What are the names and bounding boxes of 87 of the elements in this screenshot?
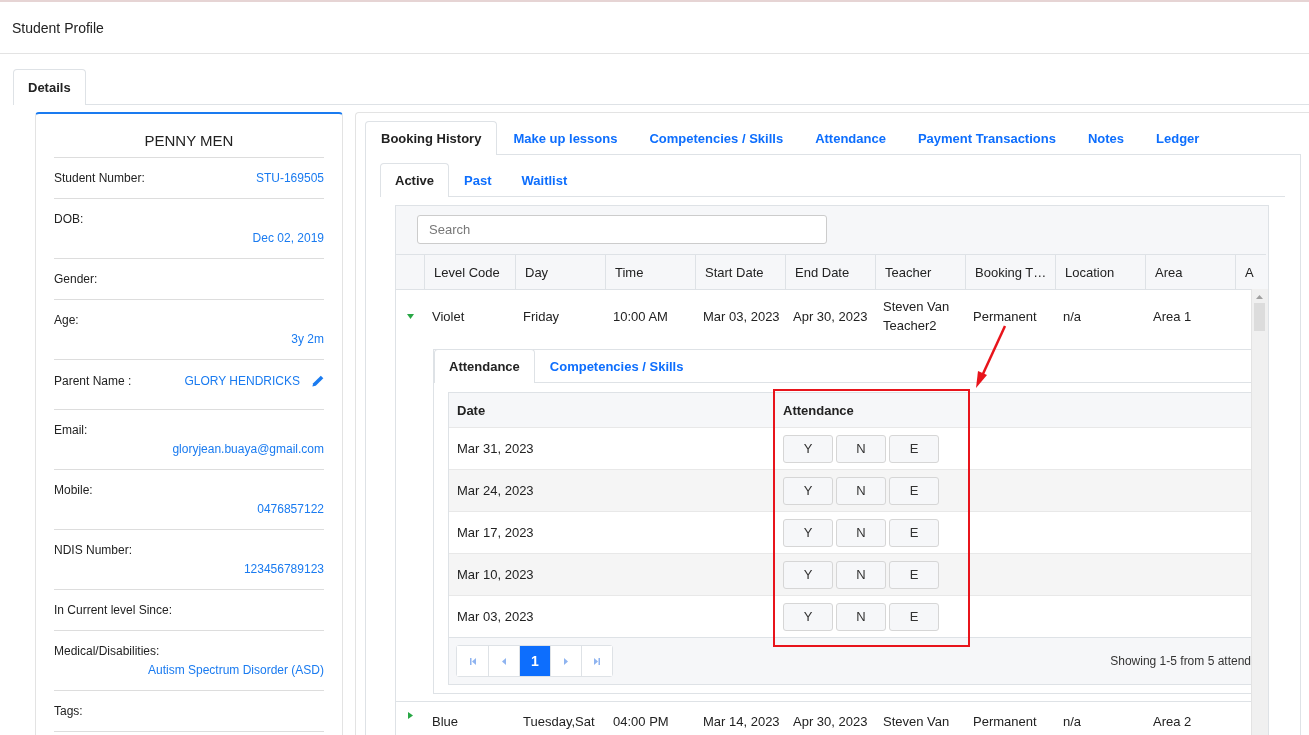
page-button[interactable]: 1 [519, 646, 550, 676]
field-label: Student Number: [54, 171, 145, 185]
last-page-icon [594, 657, 600, 665]
field-label: Email: [54, 423, 88, 437]
table-cell-text: Apr 30, 2023 [792, 713, 869, 731]
first-page-icon [469, 657, 476, 665]
attendance-option-button[interactable]: N [836, 560, 886, 589]
table-cell-text: Permanent [972, 307, 1038, 326]
tab[interactable]: Waitlist [506, 163, 583, 197]
table-cell-text: Violet [431, 307, 466, 326]
tab[interactable]: Ledger [1140, 121, 1216, 155]
attendance-option-button[interactable]: Y [783, 602, 833, 631]
table-cell-text: Mar 03, 2023 [702, 307, 781, 326]
attendance-option-button[interactable]: E [889, 560, 939, 589]
field-label: Parent Name : [54, 374, 132, 388]
column-header: Date [456, 402, 487, 418]
last-page-button[interactable] [581, 646, 612, 676]
field-value: 123456789123 [242, 562, 324, 576]
field-label: DOB: [54, 212, 84, 226]
table-cell-text: Area 1 [1152, 307, 1193, 326]
page-title: Student Profile [12, 19, 104, 36]
field-label: Mobile: [54, 483, 93, 497]
table-cell-text: n/a [1062, 307, 1083, 326]
attendance-option-button[interactable]: Y [783, 518, 833, 547]
attendance-option-button[interactable]: Y [783, 434, 833, 463]
date-cell-text: Mar 24, 2023 [456, 483, 535, 498]
attendance-option-button[interactable]: Y [783, 476, 833, 505]
tab[interactable]: Attendance [434, 349, 535, 383]
attendance-option-button[interactable]: N [836, 518, 886, 547]
field-value: Autism Spectrum Disorder (ASD) [146, 663, 324, 677]
search-field[interactable]: Search [417, 215, 827, 244]
tab[interactable]: Booking History [365, 121, 498, 155]
tab[interactable]: Make up lessons [497, 121, 634, 155]
table-cell-text: Apr 30, 2023 [792, 307, 869, 326]
table-cell-text: Tuesday,Sat [522, 713, 596, 731]
attendance-option-button[interactable]: E [889, 434, 939, 463]
table-cell-text: Steven Van Teacher2 [882, 298, 951, 335]
field-value: gloryjean.buaya@gmail.com [171, 442, 324, 456]
table-cell-text: n/a [1062, 713, 1083, 731]
next-page-icon [563, 657, 569, 665]
tab[interactable]: Past [449, 163, 507, 197]
attendance-option-button[interactable]: E [889, 602, 939, 631]
tab[interactable]: Notes [1071, 121, 1141, 155]
date-cell-text: Mar 03, 2023 [456, 609, 535, 624]
student-name: PENNY MEN [54, 132, 324, 158]
expand-caret-icon[interactable] [407, 712, 413, 719]
table-cell-text: 10:00 AM [612, 307, 669, 326]
table-cell-text: 04:00 PM [612, 713, 670, 731]
table-cell-text: Permanent [972, 713, 1038, 731]
attendance-option-button[interactable]: N [836, 434, 886, 463]
attendance-option-button[interactable]: E [889, 476, 939, 505]
field-value: Dec 02, 2019 [251, 231, 324, 245]
scroll-up-icon[interactable] [1256, 295, 1263, 299]
scrollbar[interactable] [1251, 289, 1268, 735]
field-label: NDIS Number: [54, 543, 133, 557]
field-label: Medical/Disabilities: [54, 644, 160, 658]
table-cell-text: Steven Van [882, 713, 951, 731]
attendance-option-button[interactable]: E [889, 518, 939, 547]
pencil-icon[interactable] [311, 374, 324, 388]
collapse-caret-icon[interactable] [406, 313, 414, 319]
date-cell-text: Mar 31, 2023 [456, 441, 535, 456]
field-value: 0476857122 [256, 502, 324, 516]
prev-page-icon [501, 657, 507, 665]
tab[interactable]: Competencies / Skills [534, 349, 699, 383]
field-value: STU-169505 [255, 171, 324, 185]
field-label: Gender: [54, 272, 98, 286]
table-cell-text: Area 2 [1152, 713, 1193, 731]
table-cell-text: Blue [431, 713, 460, 731]
attendance-option-button[interactable]: Y [783, 560, 833, 589]
attendance-option-button[interactable]: N [836, 476, 886, 505]
field-label: Tags: [54, 704, 83, 718]
tab[interactable]: Payment Transactions [901, 121, 1072, 155]
table-cell-text: Friday [522, 307, 561, 326]
field-label: In Current level Since: [54, 603, 173, 617]
table-cell-text: Mar 14, 2023 [702, 713, 781, 731]
field-value: 3y 2m [290, 332, 324, 346]
date-cell-text: Mar 10, 2023 [456, 567, 535, 582]
field-label: Age: [54, 313, 79, 327]
column-header: Attendance [782, 402, 855, 418]
attendance-option-button[interactable]: N [836, 602, 886, 631]
date-cell-text: Mar 17, 2023 [456, 525, 535, 540]
field-value: GLORY HENDRICKS [184, 374, 300, 388]
tab[interactable]: Competencies / Skills [633, 121, 800, 155]
tab[interactable]: Active [380, 163, 450, 197]
tab[interactable]: Details [13, 69, 86, 105]
tab[interactable]: Attendance [799, 121, 902, 155]
pagination-summary: Showing 1-5 from 5 attend [1110, 654, 1251, 668]
